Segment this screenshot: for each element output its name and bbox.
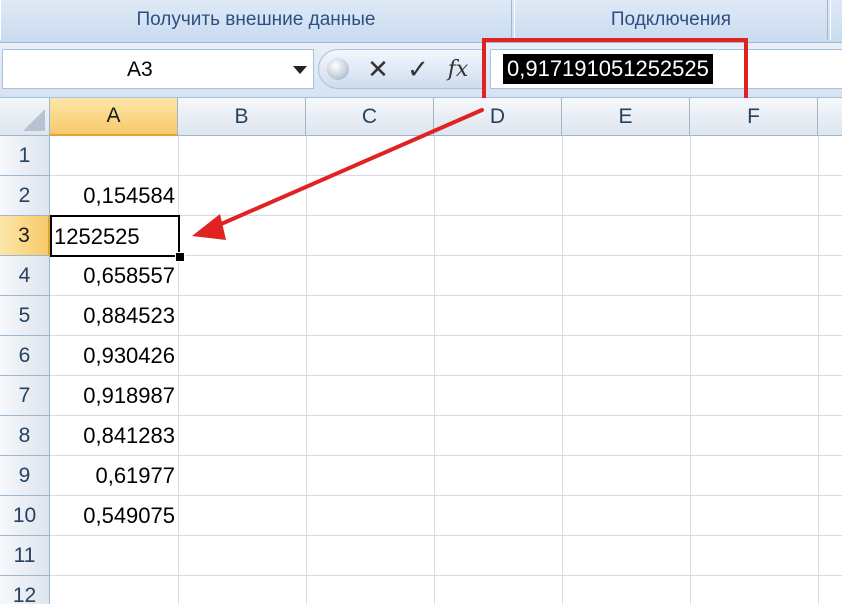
row-header-7[interactable]: 7 <box>0 376 50 416</box>
formula-value: 0,917191051252525 <box>503 54 713 84</box>
enter-icon[interactable]: ✓ <box>403 54 433 84</box>
row-header-9[interactable]: 9 <box>0 456 50 496</box>
column-header-b[interactable]: B <box>178 98 306 136</box>
cell-a8[interactable]: 0,841283 <box>51 416 175 456</box>
column-header-a[interactable]: A <box>50 98 178 136</box>
select-all-icon <box>23 109 45 131</box>
row-header-2[interactable]: 2 <box>0 176 50 216</box>
row-header-5[interactable]: 5 <box>0 296 50 336</box>
grid-line <box>50 575 842 576</box>
grid-line <box>306 136 307 604</box>
grid-line <box>690 136 691 604</box>
column-header-d[interactable]: D <box>434 98 562 136</box>
row-header-3[interactable]: 3 <box>0 216 50 256</box>
column-header-f[interactable]: F <box>690 98 818 136</box>
resize-handle-icon[interactable] <box>327 58 349 80</box>
cell-a6[interactable]: 0,930426 <box>51 336 175 376</box>
row-header-1[interactable]: 1 <box>0 136 50 176</box>
grid-line <box>178 136 179 604</box>
function-icon[interactable]: fx <box>443 54 473 84</box>
ribbon-group-label: Получить внешние данные <box>136 9 376 30</box>
column-header-c[interactable]: C <box>306 98 434 136</box>
ribbon-group-label: Подключения <box>610 9 732 30</box>
row-header-12[interactable]: 12 <box>0 576 50 604</box>
grid-line <box>562 136 563 604</box>
cell-a10[interactable]: 0,549075 <box>51 496 175 536</box>
row-header-4[interactable]: 4 <box>0 256 50 296</box>
cancel-icon[interactable]: ✕ <box>363 54 393 84</box>
cell-a5[interactable]: 0,884523 <box>51 296 175 336</box>
grid-line <box>818 136 819 604</box>
cell-a4[interactable]: 0,658557 <box>51 256 175 296</box>
ribbon-group-captions: Получить внешние данные Подключения <box>0 0 842 43</box>
cell-a9[interactable]: 0,61977 <box>51 456 175 496</box>
spreadsheet-grid[interactable]: A B C D E F 1 2 3 4 5 6 7 8 9 10 11 12 0… <box>0 98 842 604</box>
ribbon-group-get-external-data[interactable]: Получить внешние данные <box>0 0 512 40</box>
active-cell-a3[interactable]: 1252525 <box>50 215 180 257</box>
column-header-e[interactable]: E <box>562 98 690 136</box>
column-header-g[interactable] <box>818 98 842 136</box>
name-box[interactable]: A3 <box>2 49 314 89</box>
ribbon-group-connections[interactable]: Подключения <box>514 0 828 40</box>
cell-a2[interactable]: 0,154584 <box>51 176 175 216</box>
select-all-button[interactable] <box>0 98 50 136</box>
row-header-11[interactable]: 11 <box>0 536 50 576</box>
active-cell-text: 1252525 <box>54 224 140 249</box>
formula-buttons: ✕ ✓ fx <box>318 49 486 89</box>
cell-a7[interactable]: 0,918987 <box>51 376 175 416</box>
ribbon-group-partial <box>830 0 842 40</box>
fill-handle[interactable] <box>175 252 185 262</box>
formula-bar: A3 ✕ ✓ fx 0,917191051252525 <box>0 43 842 98</box>
name-box-value: A3 <box>127 58 153 81</box>
chevron-down-icon[interactable] <box>293 66 307 74</box>
formula-input[interactable]: 0,917191051252525 <box>490 49 842 89</box>
row-header-6[interactable]: 6 <box>0 336 50 376</box>
row-header-10[interactable]: 10 <box>0 496 50 536</box>
grid-line <box>434 136 435 604</box>
row-header-8[interactable]: 8 <box>0 416 50 456</box>
